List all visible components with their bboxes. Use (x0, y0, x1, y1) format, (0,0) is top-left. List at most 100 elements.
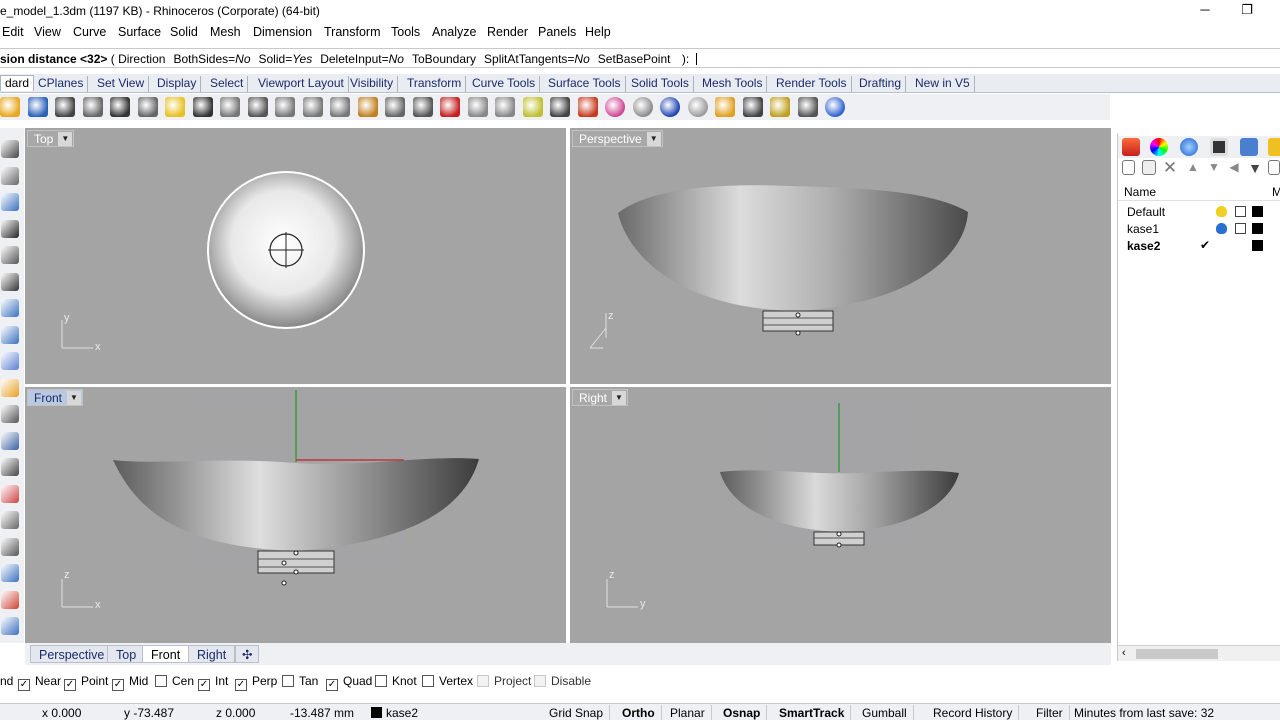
osnap-nd[interactable]: nd (0, 674, 13, 688)
undo-icon[interactable] (192, 97, 213, 117)
layers-tab-icon[interactable] (1122, 138, 1140, 156)
pan-icon[interactable] (220, 97, 240, 117)
materials-tab-icon[interactable] (1150, 138, 1168, 156)
lock-icon[interactable] (550, 97, 570, 117)
restore-button[interactable]: ❐ (1232, 2, 1262, 20)
tab-perspective[interactable]: Perspective (30, 645, 114, 663)
osnap-int[interactable]: ✓ Int (198, 674, 228, 691)
toolbar-tab-5[interactable]: Viewport Layout (254, 76, 349, 92)
command-option-value-1[interactable]: No (235, 52, 250, 66)
save-icon[interactable] (27, 97, 48, 117)
color-wheel-icon[interactable] (605, 97, 625, 117)
import-icon[interactable] (82, 97, 103, 117)
lock-icon[interactable] (1235, 223, 1246, 234)
osnap-mid[interactable]: ✓ Mid (112, 674, 148, 691)
viewport-perspective[interactable]: Perspective ▼ z (570, 128, 1111, 384)
boolean-icon[interactable] (1, 484, 19, 503)
zoom-icon[interactable] (275, 97, 295, 117)
shade-icon[interactable] (632, 97, 653, 117)
checkbox[interactable]: ✓ (112, 679, 124, 691)
layer-name[interactable]: kase1 (1127, 222, 1159, 236)
viewport-right[interactable]: Right ▼ y z (570, 387, 1111, 643)
osnap-tan[interactable]: Tan (282, 674, 318, 688)
menu-help[interactable]: Help (585, 25, 611, 39)
environment-tab-icon[interactable] (1180, 138, 1198, 156)
array-icon[interactable] (1, 511, 19, 529)
circle-icon[interactable] (495, 97, 515, 117)
zoom-selected-icon[interactable] (357, 97, 378, 117)
osnap-vertex[interactable]: Vertex (422, 674, 473, 688)
menu-curve[interactable]: Curve (73, 25, 106, 39)
record-history-toggle[interactable]: Record History (927, 705, 1020, 720)
copy-icon[interactable] (137, 97, 158, 117)
column-name[interactable]: Name (1124, 185, 1156, 199)
layer-color-swatch[interactable] (1252, 206, 1263, 217)
polyline-icon[interactable] (1, 166, 19, 185)
toolbar-tab-6[interactable]: Visibility (346, 76, 399, 92)
toolbar-tab-0[interactable]: dard (0, 75, 35, 91)
checkbox[interactable] (477, 675, 489, 687)
toolbar-tab-2[interactable]: Set View (93, 76, 150, 92)
scroll-left-icon[interactable]: ‹ (1122, 647, 1126, 659)
zoom-window-icon[interactable] (302, 97, 323, 117)
command-option-5[interactable]: SplitAtTangents (484, 52, 567, 66)
dimension-icon[interactable] (797, 97, 818, 117)
filter-icon[interactable]: ▼ (1246, 160, 1264, 178)
zoom-extents-icon[interactable] (330, 97, 350, 117)
cut-icon[interactable] (110, 97, 130, 117)
current-layer-check-icon[interactable]: ✔ (1200, 238, 1210, 252)
light-bulb-icon[interactable] (1216, 206, 1227, 217)
grid-snap-toggle[interactable]: Grid Snap (543, 705, 611, 720)
osnap-cen[interactable]: Cen (155, 674, 194, 688)
help-tab-icon[interactable] (1240, 138, 1258, 156)
curve-icon[interactable] (1, 272, 19, 291)
surface-icon[interactable] (1, 299, 19, 317)
rotate-view-icon[interactable] (247, 97, 268, 117)
layer-row[interactable]: Default (1118, 203, 1280, 220)
solid-icon[interactable] (1, 325, 19, 344)
checkbox[interactable]: ✓ (18, 679, 30, 691)
render-tab-icon[interactable] (1268, 138, 1280, 156)
toolbar-tab-10[interactable]: Solid Tools (627, 76, 694, 92)
command-option-0[interactable]: Direction (118, 52, 165, 66)
material-icon[interactable] (715, 97, 735, 117)
checkbox[interactable] (422, 675, 434, 687)
menu-dimension[interactable]: Dimension (253, 25, 312, 39)
dimension-tool-icon[interactable] (1, 617, 19, 635)
current-layer[interactable]: kase2 (371, 705, 418, 720)
paste-icon[interactable] (165, 97, 185, 117)
open-icon[interactable] (0, 97, 20, 117)
filter-toggle[interactable]: Filter (1030, 705, 1070, 720)
menu-render[interactable]: Render (487, 25, 528, 39)
scroll-thumb[interactable] (1136, 649, 1218, 659)
text-icon[interactable] (1, 564, 19, 582)
column-material[interactable]: M (1272, 185, 1280, 199)
toolbar-tab-4[interactable]: Select (206, 76, 249, 92)
checkbox[interactable]: ✓ (326, 679, 338, 691)
command-option-value-2[interactable]: Yes (292, 52, 312, 66)
layer-color-swatch[interactable] (1252, 240, 1263, 251)
tab-front[interactable]: Front (142, 645, 190, 663)
gear-icon[interactable] (770, 97, 790, 117)
layer-row[interactable]: kase1 (1118, 220, 1280, 237)
layer-icon[interactable] (577, 97, 598, 117)
checkbox[interactable] (282, 675, 294, 687)
toolbar-tab-13[interactable]: Drafting (855, 76, 907, 92)
render-sphere-icon[interactable] (660, 97, 680, 117)
move-down-icon[interactable]: ▼ (1205, 160, 1223, 178)
osnap-toggle[interactable]: Osnap (717, 705, 768, 720)
osnap-project[interactable]: Project (477, 674, 531, 688)
toolbar-tab-7[interactable]: Transform (403, 76, 467, 92)
layer-row[interactable]: kase2 ✔ (1118, 237, 1280, 254)
command-option-3[interactable]: DeleteInput (320, 52, 381, 66)
help-icon[interactable] (825, 97, 845, 117)
analyze-icon[interactable] (1, 590, 19, 609)
move-up-icon[interactable]: ▲ (1184, 160, 1202, 178)
command-line[interactable]: sion distance <32> ( Direction BothSides =… (0, 48, 1280, 68)
checkbox[interactable]: ✓ (198, 679, 210, 691)
car-render-icon[interactable] (440, 97, 460, 117)
four-viewports-icon[interactable] (412, 97, 433, 117)
toolbar-tab-9[interactable]: Surface Tools (544, 76, 626, 92)
move-left-icon[interactable]: ◀ (1225, 160, 1243, 178)
ghost-sphere-icon[interactable] (687, 97, 708, 117)
